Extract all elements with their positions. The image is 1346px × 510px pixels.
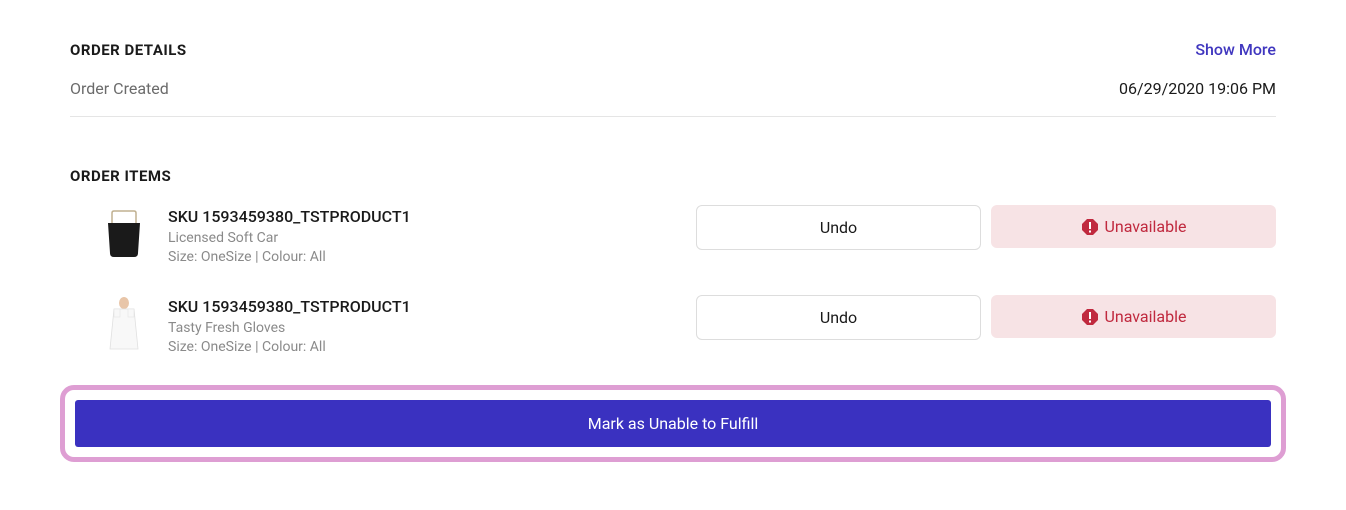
order-created-label: Order Created — [70, 79, 169, 98]
item-actions: Undo Unavailable — [696, 295, 1276, 340]
undo-button[interactable]: Undo — [696, 205, 981, 250]
product-attributes: Size: OneSize | Colour: All — [168, 249, 682, 265]
order-item-row: SKU 1593459380_TSTPRODUCT1 Tasty Fresh Gl… — [70, 295, 1276, 355]
status-badge: Unavailable — [991, 295, 1276, 338]
status-text: Unavailable — [1105, 217, 1187, 236]
product-thumbnail — [94, 295, 154, 355]
order-item-row: SKU 1593459380_TSTPRODUCT1 Licensed Soft … — [70, 205, 1276, 265]
alert-icon — [1081, 218, 1099, 236]
order-created-value: 06/29/2020 19:06 PM — [1119, 79, 1276, 98]
order-details-title: ORDER DETAILS — [70, 41, 187, 59]
mark-unable-to-fulfill-button[interactable]: Mark as Unable to Fulfill — [75, 400, 1271, 447]
order-details-header: ORDER DETAILS Show More — [70, 40, 1276, 59]
alert-icon — [1081, 308, 1099, 326]
product-info: SKU 1593459380_TSTPRODUCT1 Tasty Fresh Gl… — [168, 295, 682, 355]
product-attributes: Size: OneSize | Colour: All — [168, 339, 682, 355]
undo-button[interactable]: Undo — [696, 295, 981, 340]
product-thumbnail — [94, 205, 154, 265]
show-more-link[interactable]: Show More — [1195, 40, 1276, 59]
status-text: Unavailable — [1105, 307, 1187, 326]
product-sku: SKU 1593459380_TSTPRODUCT1 — [168, 207, 682, 226]
order-created-row: Order Created 06/29/2020 19:06 PM — [70, 79, 1276, 117]
product-name: Tasty Fresh Gloves — [168, 320, 682, 336]
status-badge: Unavailable — [991, 205, 1276, 248]
item-actions: Undo Unavailable — [696, 205, 1276, 250]
order-items-title: ORDER ITEMS — [70, 167, 1276, 185]
highlight-box: Mark as Unable to Fulfill — [60, 385, 1286, 462]
product-sku: SKU 1593459380_TSTPRODUCT1 — [168, 297, 682, 316]
product-info: SKU 1593459380_TSTPRODUCT1 Licensed Soft … — [168, 205, 682, 265]
product-name: Licensed Soft Car — [168, 230, 682, 246]
